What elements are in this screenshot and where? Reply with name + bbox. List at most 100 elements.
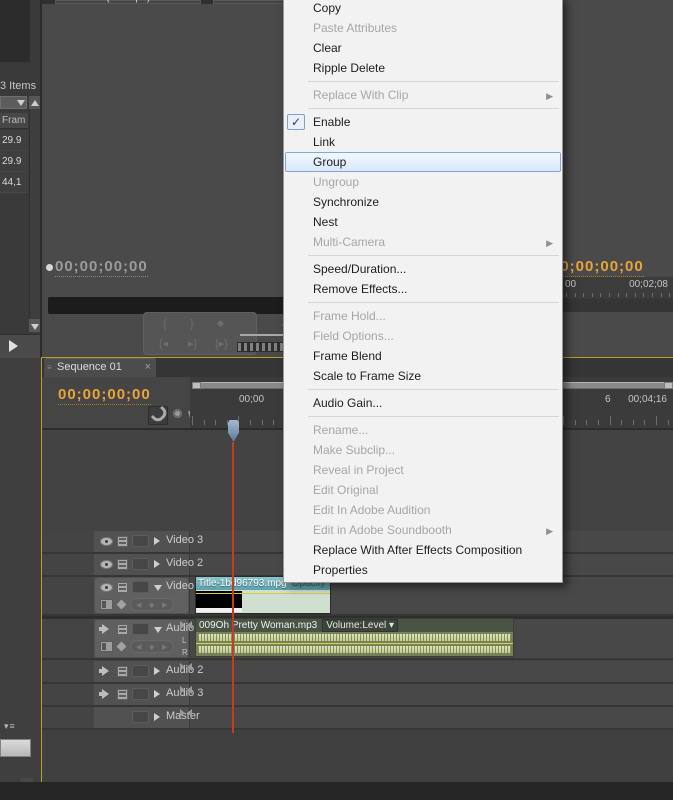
set-display-style-icon[interactable] xyxy=(100,599,113,610)
toggle-track-output-eye-icon[interactable] xyxy=(100,560,113,569)
keyframe-nav-glyph[interactable]: ◆ xyxy=(149,601,154,609)
track-header-master[interactable]: Master xyxy=(94,707,190,728)
expand-track-icon[interactable] xyxy=(154,667,160,675)
keyframe-diamond-icon[interactable] xyxy=(117,600,127,610)
project-row[interactable]: 29.9 xyxy=(0,130,28,151)
menu-item-frame-blend[interactable]: Frame Blend xyxy=(284,346,562,366)
expand-track-icon[interactable] xyxy=(154,690,160,698)
keyframe-nav-glyph[interactable]: ◀ xyxy=(136,601,141,609)
marker-button[interactable]: ◆ xyxy=(217,318,224,329)
volume-rubber-band[interactable] xyxy=(196,643,513,644)
set-display-style-icon[interactable] xyxy=(100,641,113,652)
toggle-track-output-speaker-icon[interactable] xyxy=(99,689,112,699)
sync-lock-icon[interactable] xyxy=(117,582,128,593)
keyframe-navigator[interactable]: ◀ ◆ ▶ xyxy=(130,598,174,611)
set-marker-button[interactable] xyxy=(173,409,182,418)
tab-source[interactable]: Source: (no clips) xyxy=(55,0,201,4)
set-out-button[interactable]: } xyxy=(190,318,194,330)
set-in-button[interactable]: { xyxy=(163,318,167,330)
menu-item-scale-to-frame-size[interactable]: Scale to Frame Size xyxy=(284,366,562,386)
menu-item-audio-gain[interactable]: Audio Gain... xyxy=(284,393,562,413)
expand-track-icon[interactable] xyxy=(154,537,160,545)
menu-item-replace-with-clip[interactable]: Replace With Clip▶ xyxy=(284,85,562,105)
track-lock-slot[interactable] xyxy=(132,711,149,723)
menu-item-speed-duration[interactable]: Speed/Duration... xyxy=(284,259,562,279)
track-header-audio-1[interactable]: Audio 1LR◀◆▶ xyxy=(94,619,190,658)
keyframe-nav-glyph[interactable]: ◀ xyxy=(136,643,141,651)
sync-lock-icon[interactable] xyxy=(117,559,128,570)
scroll-up-button[interactable] xyxy=(29,96,40,109)
menu-item-link[interactable]: Link xyxy=(284,132,562,152)
expand-track-icon[interactable] xyxy=(154,713,160,721)
program-timecode[interactable]: 00;00;00;00 xyxy=(551,258,644,277)
work-area-start-handle[interactable] xyxy=(192,382,201,389)
track-lock-slot[interactable] xyxy=(132,558,149,570)
project-filter-box[interactable] xyxy=(0,96,27,109)
menu-item-field-options[interactable]: Field Options... xyxy=(284,326,562,346)
snap-button[interactable] xyxy=(148,406,168,425)
track-lock-slot[interactable] xyxy=(132,665,149,677)
play-in-out-button[interactable]: {▸} xyxy=(215,337,228,350)
project-column-header[interactable]: Fram xyxy=(0,113,28,129)
menu-item-ripple-delete[interactable]: Ripple Delete xyxy=(284,58,562,78)
clip-body[interactable] xyxy=(196,632,513,656)
menu-item-edit-in-adobe-audition[interactable]: Edit In Adobe Audition xyxy=(284,500,562,520)
collapse-track-icon[interactable] xyxy=(154,627,162,633)
tab-sequence-01[interactable]: ≡ Sequence 01 × xyxy=(44,358,156,377)
sync-lock-icon[interactable] xyxy=(117,689,128,700)
track-lock-slot[interactable] xyxy=(132,581,149,593)
sync-lock-icon[interactable] xyxy=(117,666,128,677)
menu-item-clear[interactable]: Clear xyxy=(284,38,562,58)
menu-item-properties[interactable]: Properties xyxy=(284,560,562,580)
work-area-end-handle[interactable] xyxy=(664,382,673,389)
audio-clip[interactable]: 009Oh Pretty Woman.mp3Volume:Level ▾ xyxy=(196,619,513,656)
track-header-audio-3[interactable]: Audio 3 xyxy=(94,684,190,705)
sync-lock-icon[interactable] xyxy=(117,624,128,635)
menu-item-rename[interactable]: Rename... xyxy=(284,420,562,440)
menu-item-replace-with-after-effects-composition[interactable]: Replace With After Effects Composition xyxy=(284,540,562,560)
source-timecode[interactable]: 00;00;00;00 xyxy=(55,258,148,277)
menu-item-edit-in-adobe-soundbooth[interactable]: Edit in Adobe Soundbooth▶ xyxy=(284,520,562,540)
menu-item-group[interactable]: Group xyxy=(285,152,561,172)
track-lock-slot[interactable] xyxy=(132,535,149,547)
menu-item-make-subclip[interactable]: Make Subclip... xyxy=(284,440,562,460)
track-lock-slot[interactable] xyxy=(132,623,149,635)
program-ruler[interactable]: 00 00;02;08 xyxy=(563,277,673,299)
menu-item-reveal-in-project[interactable]: Reveal in Project xyxy=(284,460,562,480)
menu-item-ungroup[interactable]: Ungroup xyxy=(284,172,562,192)
menu-item-paste-attributes[interactable]: Paste Attributes xyxy=(284,18,562,38)
toggle-track-output-speaker-icon[interactable] xyxy=(99,666,112,676)
shuttle-slider[interactable] xyxy=(240,334,285,336)
keyframe-nav-glyph[interactable]: ▶ xyxy=(162,601,167,609)
expand-track-icon[interactable] xyxy=(154,560,160,568)
project-scrollbar[interactable] xyxy=(29,96,40,332)
clip-body[interactable] xyxy=(196,590,330,613)
panel-menu-icon[interactable]: ▾≡ xyxy=(4,721,16,732)
menu-item-synchronize[interactable]: Synchronize xyxy=(284,192,562,212)
menu-item-enable[interactable]: Enable✓ xyxy=(284,112,562,132)
keyframe-nav-glyph[interactable]: ◆ xyxy=(149,643,154,651)
goto-in-button[interactable]: {◂ xyxy=(159,337,168,350)
keyframe-diamond-icon[interactable] xyxy=(117,642,127,652)
toggle-track-output-eye-icon[interactable] xyxy=(100,583,113,592)
project-row[interactable]: 29.9 xyxy=(0,151,28,172)
menu-item-copy[interactable]: Copy xyxy=(284,0,562,18)
menu-item-frame-hold[interactable]: Frame Hold... xyxy=(284,306,562,326)
keyframe-nav-glyph[interactable]: ▶ xyxy=(162,643,167,651)
toggle-track-output-eye-icon[interactable] xyxy=(100,537,113,546)
menu-item-nest[interactable]: Nest xyxy=(284,212,562,232)
goto-out-button[interactable]: ▸} xyxy=(188,337,197,350)
collapse-track-icon[interactable] xyxy=(154,585,162,591)
timeline-timecode[interactable]: 00;00;00;00 xyxy=(58,386,151,405)
track-header-video-2[interactable]: Video 2 xyxy=(94,554,190,575)
track-header-video-3[interactable]: Video 3 xyxy=(94,531,190,552)
play-icon[interactable] xyxy=(9,340,18,352)
track-lock-slot[interactable] xyxy=(132,688,149,700)
toggle-track-output-speaker-icon[interactable] xyxy=(99,624,112,634)
menu-item-multi-camera[interactable]: Multi-Camera▶ xyxy=(284,232,562,252)
menu-item-edit-original[interactable]: Edit Original xyxy=(284,480,562,500)
volume-level-dropdown[interactable]: Volume:Level ▾ xyxy=(322,619,398,632)
scroll-down-button[interactable] xyxy=(29,319,40,332)
track-header-video-1[interactable]: Video 1◀◆▶ xyxy=(94,577,190,614)
menu-item-remove-effects[interactable]: Remove Effects... xyxy=(284,279,562,299)
